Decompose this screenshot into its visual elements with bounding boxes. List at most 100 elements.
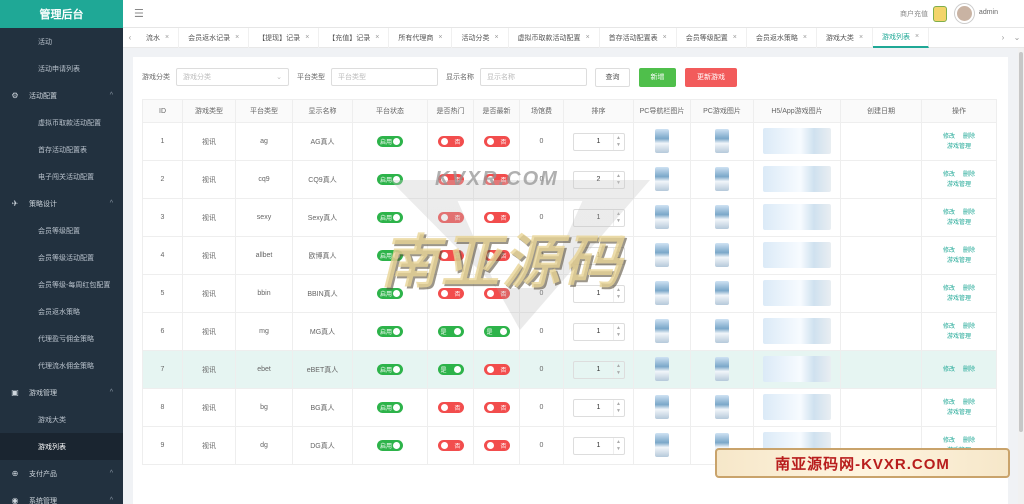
delete-link[interactable]: 删除	[963, 248, 975, 254]
tab[interactable]: 流水 ×	[137, 27, 180, 48]
sidebar-item[interactable]: 会员等级配置	[0, 217, 123, 244]
close-icon[interactable]: ×	[915, 33, 919, 40]
chevron-up-icon[interactable]: ▲	[616, 211, 621, 218]
hot-switch[interactable]: 是	[437, 364, 464, 375]
h5-game-image[interactable]	[763, 127, 831, 154]
edit-link[interactable]: 修改	[943, 134, 955, 140]
sidebar-group[interactable]: ◉ 系统管理 ^	[0, 487, 123, 504]
stepper-arrows[interactable]: ▲ ▼	[612, 399, 624, 416]
edit-link[interactable]: 修改	[943, 172, 955, 178]
pc-game-image[interactable]	[715, 242, 729, 267]
sort-stepper[interactable]: 2 ▲ ▼	[572, 170, 625, 189]
chevron-up-icon[interactable]: ▲	[616, 135, 621, 142]
stepper-arrows[interactable]: ▲ ▼	[612, 285, 624, 302]
new-switch[interactable]: 否	[483, 250, 510, 261]
tab[interactable]: 虚拟币取款活动配置 ×	[509, 27, 600, 48]
tab[interactable]: 游戏大类 ×	[817, 27, 874, 48]
stepper-arrows[interactable]: ▲ ▼	[612, 171, 624, 188]
sort-stepper[interactable]: 1 ▲ ▼	[572, 246, 625, 265]
pc-game-image[interactable]	[715, 280, 729, 305]
tabs-scroll-right-icon[interactable]: ›	[996, 33, 1010, 42]
chevron-up-icon[interactable]: ▲	[616, 401, 621, 408]
pc-nav-image[interactable]	[655, 280, 669, 305]
chevron-down-icon[interactable]: ▼	[616, 408, 621, 415]
game-manage-link[interactable]: 游戏管理	[947, 144, 971, 150]
h5-game-image[interactable]	[763, 241, 831, 268]
delete-link[interactable]: 删除	[963, 134, 975, 140]
pc-nav-image[interactable]	[655, 204, 669, 229]
status-switch[interactable]: 启用	[377, 250, 403, 261]
status-switch[interactable]: 启用	[377, 174, 403, 185]
close-icon[interactable]: ×	[733, 34, 737, 41]
category-select[interactable]: 游戏分类 ⌄	[176, 68, 289, 86]
tab[interactable]: 首存活动配置表 ×	[600, 27, 677, 48]
hot-switch[interactable]: 否	[437, 136, 464, 147]
pc-nav-image[interactable]	[655, 242, 669, 267]
sidebar-item[interactable]: 代理盈亏佣金策略	[0, 325, 123, 352]
tab[interactable]: 会员返水记录 ×	[179, 27, 250, 48]
tab[interactable]: 【充值】记录 ×	[319, 27, 390, 48]
sort-stepper[interactable]: 1 ▲ ▼	[572, 132, 625, 151]
pc-game-image[interactable]	[715, 166, 729, 191]
sidebar-item[interactable]: 会员返水策略	[0, 298, 123, 325]
status-switch[interactable]: 启用	[377, 288, 403, 299]
delete-link[interactable]: 删除	[963, 324, 975, 330]
chevron-down-icon[interactable]: ▼	[616, 142, 621, 149]
tab[interactable]: 会员等级配置 ×	[677, 27, 747, 48]
chevron-up-icon[interactable]: ▲	[616, 249, 621, 256]
game-manage-link[interactable]: 游戏管理	[947, 182, 971, 188]
sort-stepper[interactable]: 1 ▲ ▼	[572, 284, 625, 303]
sidebar-item[interactable]: 首存活动配置表	[0, 136, 123, 163]
close-icon[interactable]: ×	[494, 34, 498, 41]
chevron-down-icon[interactable]: ▼	[616, 256, 621, 263]
chevron-down-icon[interactable]: ▼	[616, 218, 621, 225]
stepper-arrows[interactable]: ▲ ▼	[612, 209, 624, 226]
new-switch[interactable]: 是	[483, 326, 510, 337]
pc-game-image[interactable]	[715, 394, 729, 419]
new-switch[interactable]: 否	[483, 440, 510, 451]
status-switch[interactable]: 启用	[377, 402, 403, 413]
sidebar-item[interactable]: 会员等级-每周红包配置	[0, 271, 123, 298]
chevron-down-icon[interactable]: ▼	[616, 180, 621, 187]
game-manage-link[interactable]: 游戏管理	[947, 220, 971, 226]
game-manage-link[interactable]: 游戏管理	[947, 410, 971, 416]
chevron-down-icon[interactable]: ▼	[616, 446, 621, 453]
new-switch[interactable]: 否	[483, 402, 510, 413]
stepper-arrows[interactable]: ▲ ▼	[612, 361, 624, 378]
search-button[interactable]: 查询	[595, 67, 630, 87]
chevron-up-icon[interactable]: ▲	[616, 363, 621, 370]
tab[interactable]: 所有代理商 ×	[389, 27, 453, 48]
tabs-menu-icon[interactable]: ⌄	[1010, 33, 1024, 42]
delete-link[interactable]: 删除	[963, 400, 975, 406]
delete-link[interactable]: 删除	[963, 367, 975, 373]
edit-link[interactable]: 修改	[943, 248, 955, 254]
sort-stepper[interactable]: 1 ▲ ▼	[572, 436, 625, 455]
chevron-down-icon[interactable]: ▼	[616, 294, 621, 301]
delete-link[interactable]: 删除	[963, 438, 975, 444]
h5-game-image[interactable]	[763, 165, 831, 192]
update-games-button[interactable]: 更新游戏	[685, 67, 737, 87]
sort-stepper[interactable]: 1 ▲ ▼	[572, 208, 625, 227]
sidebar-item[interactable]: 电子闯关活动配置	[0, 163, 123, 190]
sidebar-item[interactable]: 虚拟币取款活动配置	[0, 109, 123, 136]
new-switch[interactable]: 否	[483, 136, 510, 147]
sort-stepper[interactable]: 1 ▲ ▼	[572, 398, 625, 417]
close-icon[interactable]: ×	[235, 34, 239, 41]
edit-link[interactable]: 修改	[943, 438, 955, 444]
chevron-up-icon[interactable]: ▲	[616, 287, 621, 294]
delete-link[interactable]: 删除	[963, 286, 975, 292]
status-switch[interactable]: 启用	[377, 326, 403, 337]
edit-link[interactable]: 修改	[943, 367, 955, 373]
platform-input[interactable]: 平台类型	[331, 68, 438, 86]
close-icon[interactable]: ×	[663, 34, 667, 41]
sidebar-group[interactable]: ⚙ 活动配置 ^	[0, 82, 123, 109]
tab[interactable]: 游戏列表 ×	[873, 27, 930, 48]
pc-game-image[interactable]	[715, 204, 729, 229]
sidebar-group[interactable]: ▣ 游戏管理 ^	[0, 379, 123, 406]
chevron-up-icon[interactable]: ▲	[616, 173, 621, 180]
status-switch[interactable]: 启用	[377, 364, 403, 375]
status-switch[interactable]: 启用	[377, 212, 403, 223]
hot-switch[interactable]: 否	[437, 212, 464, 223]
sort-stepper[interactable]: 1 ▲ ▼	[572, 360, 625, 379]
sidebar-item[interactable]: 会员等级活动配置	[0, 244, 123, 271]
